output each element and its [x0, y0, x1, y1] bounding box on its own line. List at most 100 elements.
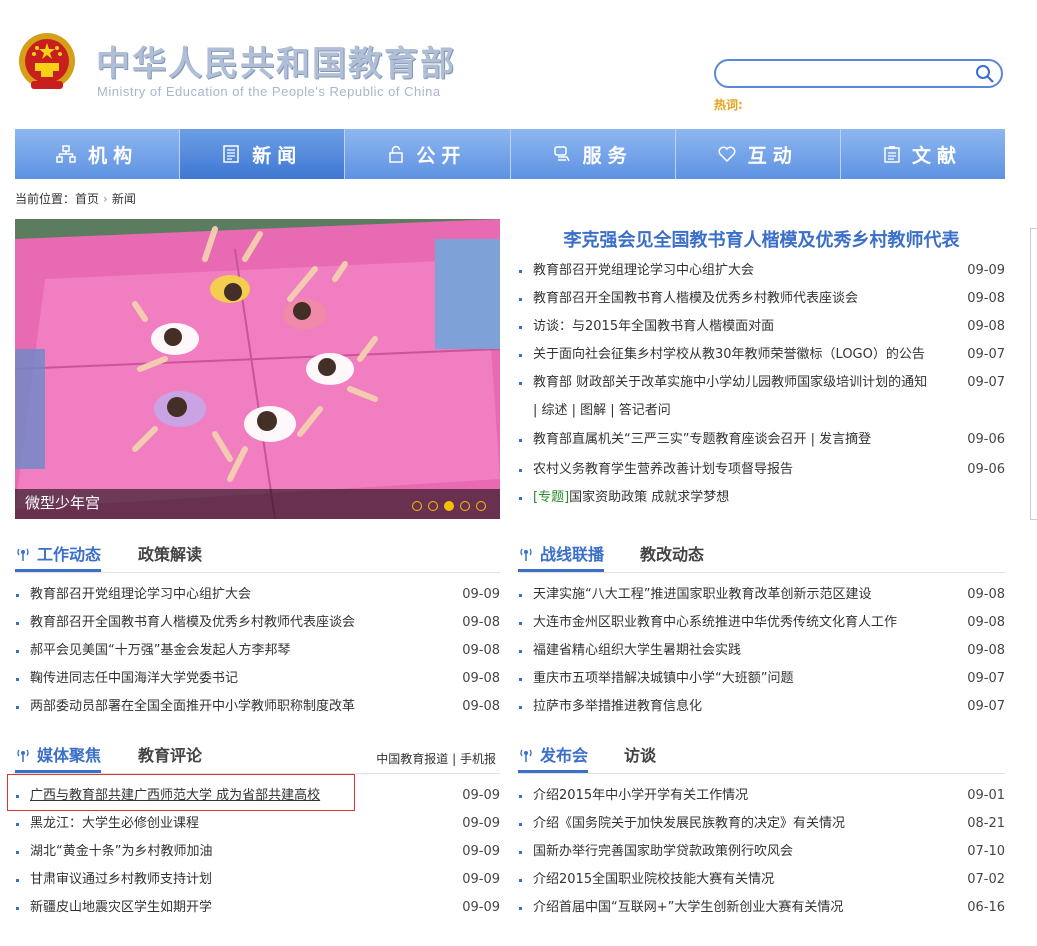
list-item[interactable]: 农村义务教育学生营养改善计划专项督导报告 09-06 [518, 456, 1005, 484]
list-item-text[interactable]: 福建省精心组织大学生暑期社会实践 [533, 637, 1005, 665]
list-item-date: 09-08 [967, 587, 1005, 602]
slideshow[interactable]: 微型少年宫 [15, 219, 500, 519]
list-item[interactable]: 教育部召开全国教书育人楷模及优秀乡村教师代表座谈会 09-08 [518, 285, 1005, 313]
list-item-text[interactable]: 黑龙江：大学生必修创业课程 [30, 810, 500, 838]
list-item-text[interactable]: 教育部召开党组理论学习中心组扩大会 [533, 257, 1005, 285]
list-item-extra[interactable]: | 发言摘登 [806, 432, 872, 447]
list-item[interactable]: 鞠传进同志任中国海洋大学党委书记 09-08 [15, 665, 500, 693]
slide-dot-active[interactable] [444, 501, 454, 511]
breadcrumb-home[interactable]: 首页 [75, 192, 99, 206]
list-item[interactable]: 甘肃审议通过乡村教师支持计划 09-09 [15, 866, 500, 894]
nav-item-xinwen[interactable]: 新闻 [180, 129, 346, 179]
list-item[interactable]: 黑龙江：大学生必修创业课程 09-09 [15, 810, 500, 838]
list-item[interactable]: 关于面向社会征集乡村学校从教30年教师荣誉徽标（LOGO）的公告 09-07 [518, 341, 1005, 369]
list-item-date: 09-09 [462, 900, 500, 915]
nav-item-hudong[interactable]: 互动 [676, 129, 841, 179]
list-item-text[interactable]: 教育部召开党组理论学习中心组扩大会 [30, 581, 500, 609]
tab-interview[interactable]: 访谈 [624, 743, 656, 769]
list-item[interactable]: 介绍2015全国职业院校技能大赛有关情况 07-02 [518, 866, 1005, 894]
tab-front-broadcast[interactable]: 战线联播 [518, 542, 605, 572]
list-item-text[interactable]: 教育部召开全国教书育人楷模及优秀乡村教师代表座谈会 [533, 285, 1005, 313]
list-item-sublinks[interactable]: | 综述 | 图解 | 答记者问 [518, 397, 1005, 425]
slide-dot[interactable] [476, 501, 486, 511]
side-scroll-tab[interactable] [1030, 228, 1037, 520]
search-icon[interactable] [975, 64, 995, 84]
list-item-text[interactable]: 新疆皮山地震灾区学生如期开学 [30, 894, 500, 922]
list-item-text[interactable]: 教育部 财政部关于改革实施中小学幼儿园教师国家级培训计划的通知 [533, 369, 963, 397]
list-item-text[interactable]: 介绍2015全国职业院校技能大赛有关情况 [533, 866, 1005, 894]
list-item[interactable]: 访谈：与2015年全国教书育人楷模面对面 09-08 [518, 313, 1005, 341]
list-item[interactable]: 介绍2015年中小学开学有关工作情况 09-01 [518, 782, 1005, 810]
nav-item-wenxian[interactable]: 文献 [841, 129, 1005, 179]
list-item-text[interactable]: 重庆市五项举措解决城镇中小学“大班额”问题 [533, 665, 1005, 693]
headline-title[interactable]: 李克强会见全国教书育人楷模及优秀乡村教师代表 [518, 226, 1005, 252]
list-item-date: 09-06 [967, 462, 1005, 477]
link-china-edu-report[interactable]: 中国教育报道 [376, 752, 448, 766]
list-item[interactable]: 福建省精心组织大学生暑期社会实践 09-08 [518, 637, 1005, 665]
list-item[interactable]: 拉萨市多举措推进教育信息化 09-07 [518, 693, 1005, 721]
list-item[interactable]: 介绍《国务院关于加快发展民族教育的决定》有关情况 08-21 [518, 810, 1005, 838]
nav-item-fuwu[interactable]: 服务 [511, 129, 676, 179]
tab-reform[interactable]: 教改动态 [640, 542, 704, 568]
list-item[interactable]: 国新办举行完善国家助学贷款政策例行吹风会 07-10 [518, 838, 1005, 866]
sublinks-text[interactable]: | 综述 | 图解 | 答记者问 [533, 397, 1005, 425]
list-item-text[interactable]: 介绍2015年中小学开学有关工作情况 [533, 782, 1005, 810]
list-item-date: 09-07 [967, 375, 1005, 390]
list-item[interactable]: 教育部召开全国教书育人楷模及优秀乡村教师代表座谈会 09-08 [15, 609, 500, 637]
list-item-text[interactable]: 介绍《国务院关于加快发展民族教育的决定》有关情况 [533, 810, 1005, 838]
list-item[interactable]: 教育部 财政部关于改革实施中小学幼儿园教师国家级培训计划的通知 09-07 [518, 369, 1005, 397]
list-item-date: 09-08 [462, 671, 500, 686]
list-item-text[interactable]: 鞠传进同志任中国海洋大学党委书记 [30, 665, 500, 693]
nav-item-jigou[interactable]: 机构 [15, 129, 181, 179]
list-item[interactable]: [专题]国家资助政策 成就求学梦想 [518, 484, 1005, 512]
tab-media-focus[interactable]: 媒体聚焦 [15, 743, 102, 773]
list-item-date: 07-02 [967, 872, 1005, 887]
tab-commentary[interactable]: 教育评论 [138, 743, 202, 769]
list-item-text[interactable]: 拉萨市多举措推进教育信息化 [533, 693, 1005, 721]
list-item-text[interactable]: 国新办举行完善国家助学贷款政策例行吹风会 [533, 838, 1005, 866]
list-item-text[interactable]: 两部委动员部署在全国全面推开中小学教师职称制度改革 [30, 693, 500, 721]
nav-label: 互动 [747, 144, 798, 167]
list-item-text[interactable]: 教育部直属机关“三严三实”专题教育座谈会召开 [533, 432, 806, 447]
slide-dot[interactable] [428, 501, 438, 511]
slide-caption[interactable]: 微型少年宫 [25, 492, 100, 513]
list-item[interactable]: 广西与教育部共建广西师范大学 成为省部共建高校 09-09 [15, 782, 500, 810]
list-item-text[interactable]: 介绍首届中国“互联网+”大学生创新创业大赛有关情况 [533, 894, 1005, 922]
nav-item-gongkai[interactable]: 公开 [345, 129, 511, 179]
list-item[interactable]: 新疆皮山地震灾区学生如期开学 09-09 [15, 894, 500, 922]
list-item-text[interactable]: 甘肃审议通过乡村教师支持计划 [30, 866, 500, 894]
list-item-date: 09-08 [967, 643, 1005, 658]
list-item[interactable]: 两部委动员部署在全国全面推开中小学教师职称制度改革 09-08 [15, 693, 500, 721]
list-item[interactable]: 重庆市五项举措解决城镇中小学“大班额”问题 09-07 [518, 665, 1005, 693]
breadcrumb-current[interactable]: 新闻 [112, 192, 136, 206]
list-item-text[interactable]: 农村义务教育学生营养改善计划专项督导报告 [533, 456, 1005, 484]
topic-tag[interactable]: [专题] [533, 490, 569, 505]
list-item[interactable]: 大连市金州区职业教育中心系统推进中华优秀传统文化育人工作 09-08 [518, 609, 1005, 637]
list-item[interactable]: 教育部召开党组理论学习中心组扩大会 09-09 [518, 257, 1005, 285]
site-title[interactable]: 中华人民共和国教育部 [96, 36, 456, 85]
list-item-date: 09-09 [967, 263, 1005, 278]
list-item-text[interactable]: 广西与教育部共建广西师范大学 成为省部共建高校 [30, 782, 500, 810]
list-item[interactable]: 介绍首届中国“互联网+”大学生创新创业大赛有关情况 06-16 [518, 894, 1005, 922]
list-item-text[interactable]: 湖北“黄金十条”为乡村教师加油 [30, 838, 500, 866]
list-item-date: 09-09 [462, 872, 500, 887]
list-item[interactable]: 郝平会见美国“十万强”基金会发起人方李邦琴 09-08 [15, 637, 500, 665]
list-item-text[interactable]: 天津实施“八大工程”推进国家职业教育改革创新示范区建设 [533, 581, 1005, 609]
link-mobile-paper[interactable]: 手机报 [460, 752, 496, 766]
slide-dot[interactable] [412, 501, 422, 511]
list-item-text[interactable]: 关于面向社会征集乡村学校从教30年教师荣誉徽标（LOGO）的公告 [533, 341, 963, 369]
list-item-text[interactable]: 访谈：与2015年全国教书育人楷模面对面 [533, 313, 1005, 341]
search-input[interactable] [726, 64, 970, 84]
list-item-text[interactable]: 国家资助政策 成就求学梦想 [569, 490, 729, 505]
list-item[interactable]: 天津实施“八大工程”推进国家职业教育改革创新示范区建设 09-08 [518, 581, 1005, 609]
list-item-text[interactable]: 大连市金州区职业教育中心系统推进中华优秀传统文化育人工作 [533, 609, 1005, 637]
list-item-text[interactable]: 郝平会见美国“十万强”基金会发起人方李邦琴 [30, 637, 500, 665]
tab-work-dynamics[interactable]: 工作动态 [15, 542, 102, 572]
list-item-text[interactable]: 教育部召开全国教书育人楷模及优秀乡村教师代表座谈会 [30, 609, 500, 637]
list-item[interactable]: 教育部召开党组理论学习中心组扩大会 09-09 [15, 581, 500, 609]
tab-policy[interactable]: 政策解读 [138, 542, 202, 568]
list-item[interactable]: 教育部直属机关“三严三实”专题教育座谈会召开 | 发言摘登 09-06 [518, 426, 1005, 454]
slide-dot[interactable] [460, 501, 470, 511]
list-item[interactable]: 湖北“黄金十条”为乡村教师加油 09-09 [15, 838, 500, 866]
tab-press-conference[interactable]: 发布会 [518, 743, 589, 773]
